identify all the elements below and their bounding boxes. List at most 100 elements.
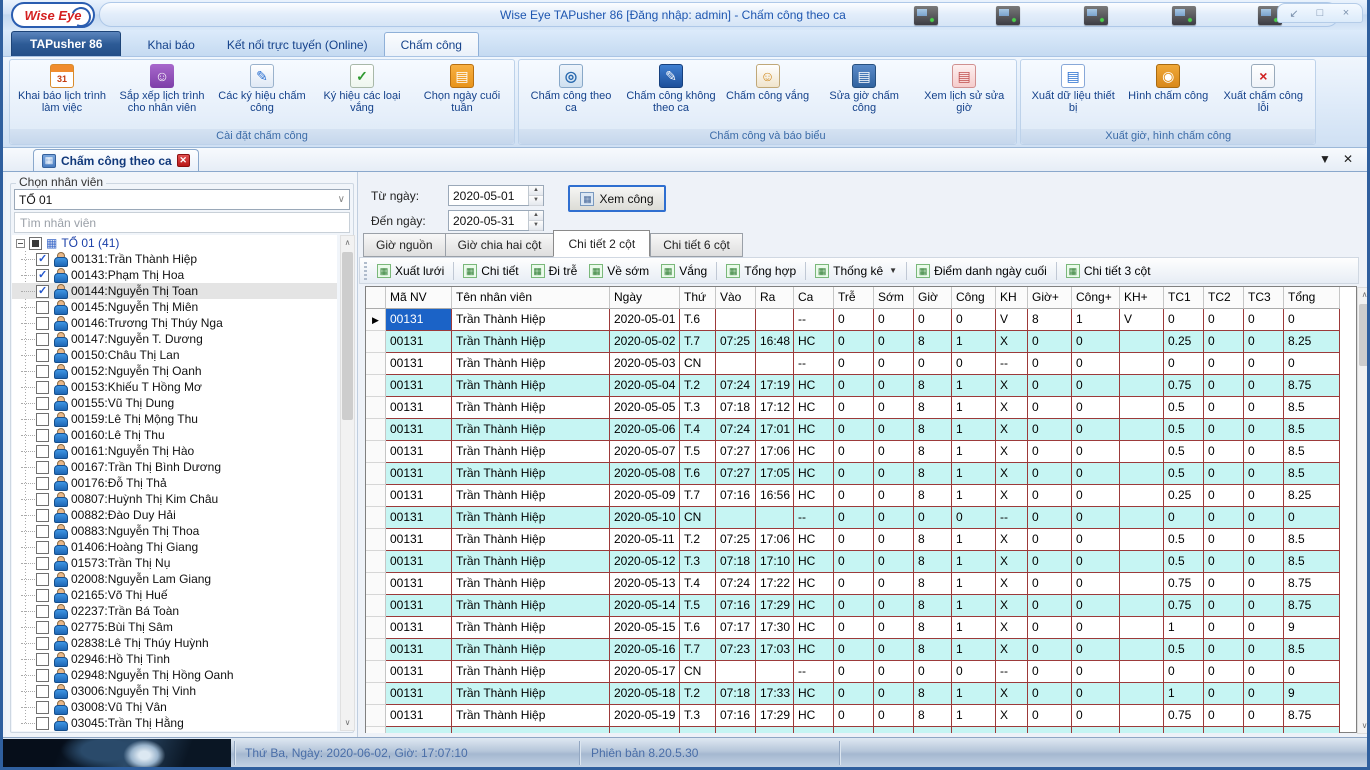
grid-cell[interactable]: 00131 [386,551,452,573]
grid-cell[interactable]: 0 [1204,595,1244,617]
row-selector-header[interactable] [366,287,386,309]
grid-cell[interactable]: T.3 [680,705,716,727]
grid-cell[interactable]: 0 [1204,463,1244,485]
grid-cell[interactable]: 2020-05-01 [610,309,680,331]
grid-cell[interactable]: 0 [1028,441,1072,463]
employee-search-input[interactable] [14,212,350,233]
grid-cell[interactable]: 1 [952,463,996,485]
grid-cell[interactable]: 0 [1028,595,1072,617]
grid-cell[interactable]: 0 [1028,661,1072,683]
grid-cell[interactable]: 0 [1244,595,1284,617]
grid-cell[interactable] [1120,463,1164,485]
grid-cell[interactable]: -- [996,661,1028,683]
grid-cell[interactable]: -- [996,353,1028,375]
toolbar-button-4[interactable]: ▦Vắng [655,261,713,281]
grid-cell[interactable]: 16:56 [756,485,794,507]
employee-item[interactable]: 00143:Phạm Thị Hoa [12,267,337,283]
employee-checkbox[interactable] [36,477,49,490]
employee-item[interactable]: 00147:Nguyễn T. Dương [12,331,337,347]
tab-close-icon[interactable]: ✕ [177,154,190,167]
grid-cell[interactable]: 0 [834,353,874,375]
employee-checkbox[interactable] [36,301,49,314]
menu-tab-0[interactable]: TAPusher 86 [11,31,121,56]
grid-cell[interactable]: 07:18 [716,397,756,419]
employee-checkbox[interactable] [36,541,49,554]
grid-cell[interactable]: 1 [952,573,996,595]
grid-cell[interactable]: 0 [1244,485,1284,507]
employee-checkbox[interactable] [36,717,49,730]
window-close-icon[interactable]: × [1335,7,1357,19]
grid-cell[interactable] [716,353,756,375]
grid-cell[interactable]: X [996,485,1028,507]
grid-cell[interactable]: 0 [1028,331,1072,353]
grid-cell[interactable]: -- [794,507,834,529]
grid-cell[interactable]: 0 [1072,419,1120,441]
grid-cell[interactable]: 0 [874,397,914,419]
grid-cell[interactable]: 1 [952,529,996,551]
grid-cell[interactable]: Trần Thành Hiệp [452,529,610,551]
employee-item[interactable]: 00153:Khiếu T Hồng Mơ [12,379,337,395]
row-selector[interactable] [366,617,386,639]
employee-item[interactable]: 02946:Hồ Thị Tình [12,651,337,667]
grid-cell[interactable]: 0 [834,463,874,485]
grid-cell[interactable]: 2020-05-16 [610,639,680,661]
grid-cell[interactable] [1120,353,1164,375]
grid-cell[interactable]: Trần Thành Hiệp [452,661,610,683]
employee-checkbox[interactable] [36,413,49,426]
grid-cell[interactable]: Trần Thành Hiệp [452,419,610,441]
grid-cell[interactable]: 0 [1072,529,1120,551]
grid-cell[interactable]: 8.5 [1284,463,1340,485]
grid-cell[interactable]: 0 [834,419,874,441]
grid-cell[interactable]: 0 [1072,485,1120,507]
grid-cell[interactable]: 2020-05-08 [610,463,680,485]
grid-cell[interactable]: 17:29 [756,595,794,617]
grid-cell[interactable]: 0 [834,617,874,639]
grid-cell[interactable]: X [996,397,1028,419]
group-combobox[interactable]: TỔ 01 ∨ [14,189,350,210]
employee-checkbox[interactable] [36,509,49,522]
grid-cell[interactable]: 2020-05-02 [610,331,680,353]
grid-cell[interactable]: 0 [1244,309,1284,331]
grid-cell[interactable]: 0 [1028,705,1072,727]
employee-item[interactable]: 00145:Nguyễn Thị Miên [12,299,337,315]
grid-cell[interactable]: 0 [914,353,952,375]
grid-cell[interactable]: 0 [834,661,874,683]
from-date-spinner[interactable]: ▲▼ [528,186,543,205]
grid-cell[interactable]: Trần Thành Hiệp [452,617,610,639]
employee-item[interactable]: 00882:Đào Duy Hải [12,507,337,523]
grid-cell[interactable]: 8 [914,397,952,419]
grid-cell[interactable]: Trần Thành Hiệp [452,507,610,529]
grid-cell[interactable]: X [996,441,1028,463]
pin-dropdown-icon[interactable]: ▼ [1319,151,1331,167]
grid-cell[interactable]: T.6 [680,463,716,485]
employee-checkbox[interactable] [36,701,49,714]
grid-cell[interactable]: Trần Thành Hiệp [452,463,610,485]
grid-cell[interactable]: 0.5 [1164,463,1204,485]
employee-checkbox[interactable] [36,653,49,666]
grid-cell[interactable]: 2020-05-17 [610,661,680,683]
employee-checkbox[interactable] [36,573,49,586]
grid-cell[interactable]: 17:29 [756,705,794,727]
grid-cell[interactable]: 0 [834,639,874,661]
grid-cell[interactable]: Trần Thành Hiệp [452,331,610,353]
grid-cell[interactable]: Trần Thành Hiệp [452,639,610,661]
grid-cell[interactable]: 8 [914,463,952,485]
scroll-up-icon[interactable]: ∧ [341,236,354,250]
grid-cell[interactable]: 0 [1072,353,1120,375]
grid-cell[interactable] [1120,507,1164,529]
grid-cell[interactable]: 0 [834,331,874,353]
col-header-6[interactable]: Ca [794,287,834,309]
grid-cell[interactable]: T.5 [680,595,716,617]
scrollbar-thumb[interactable] [342,252,353,420]
toolbar-button-3[interactable]: ▦Về sớm [583,261,655,281]
employee-checkbox[interactable] [36,589,49,602]
grid-cell[interactable]: 0 [1204,485,1244,507]
employee-checkbox[interactable] [36,365,49,378]
grid-cell[interactable]: 0 [1204,683,1244,705]
grid-cell[interactable]: 0 [1284,507,1340,529]
grid-cell[interactable]: 0 [874,617,914,639]
row-selector[interactable] [366,683,386,705]
grid-cell[interactable]: 8.25 [1284,485,1340,507]
group-checkbox[interactable] [29,237,42,250]
grid-cell[interactable]: HC [794,573,834,595]
